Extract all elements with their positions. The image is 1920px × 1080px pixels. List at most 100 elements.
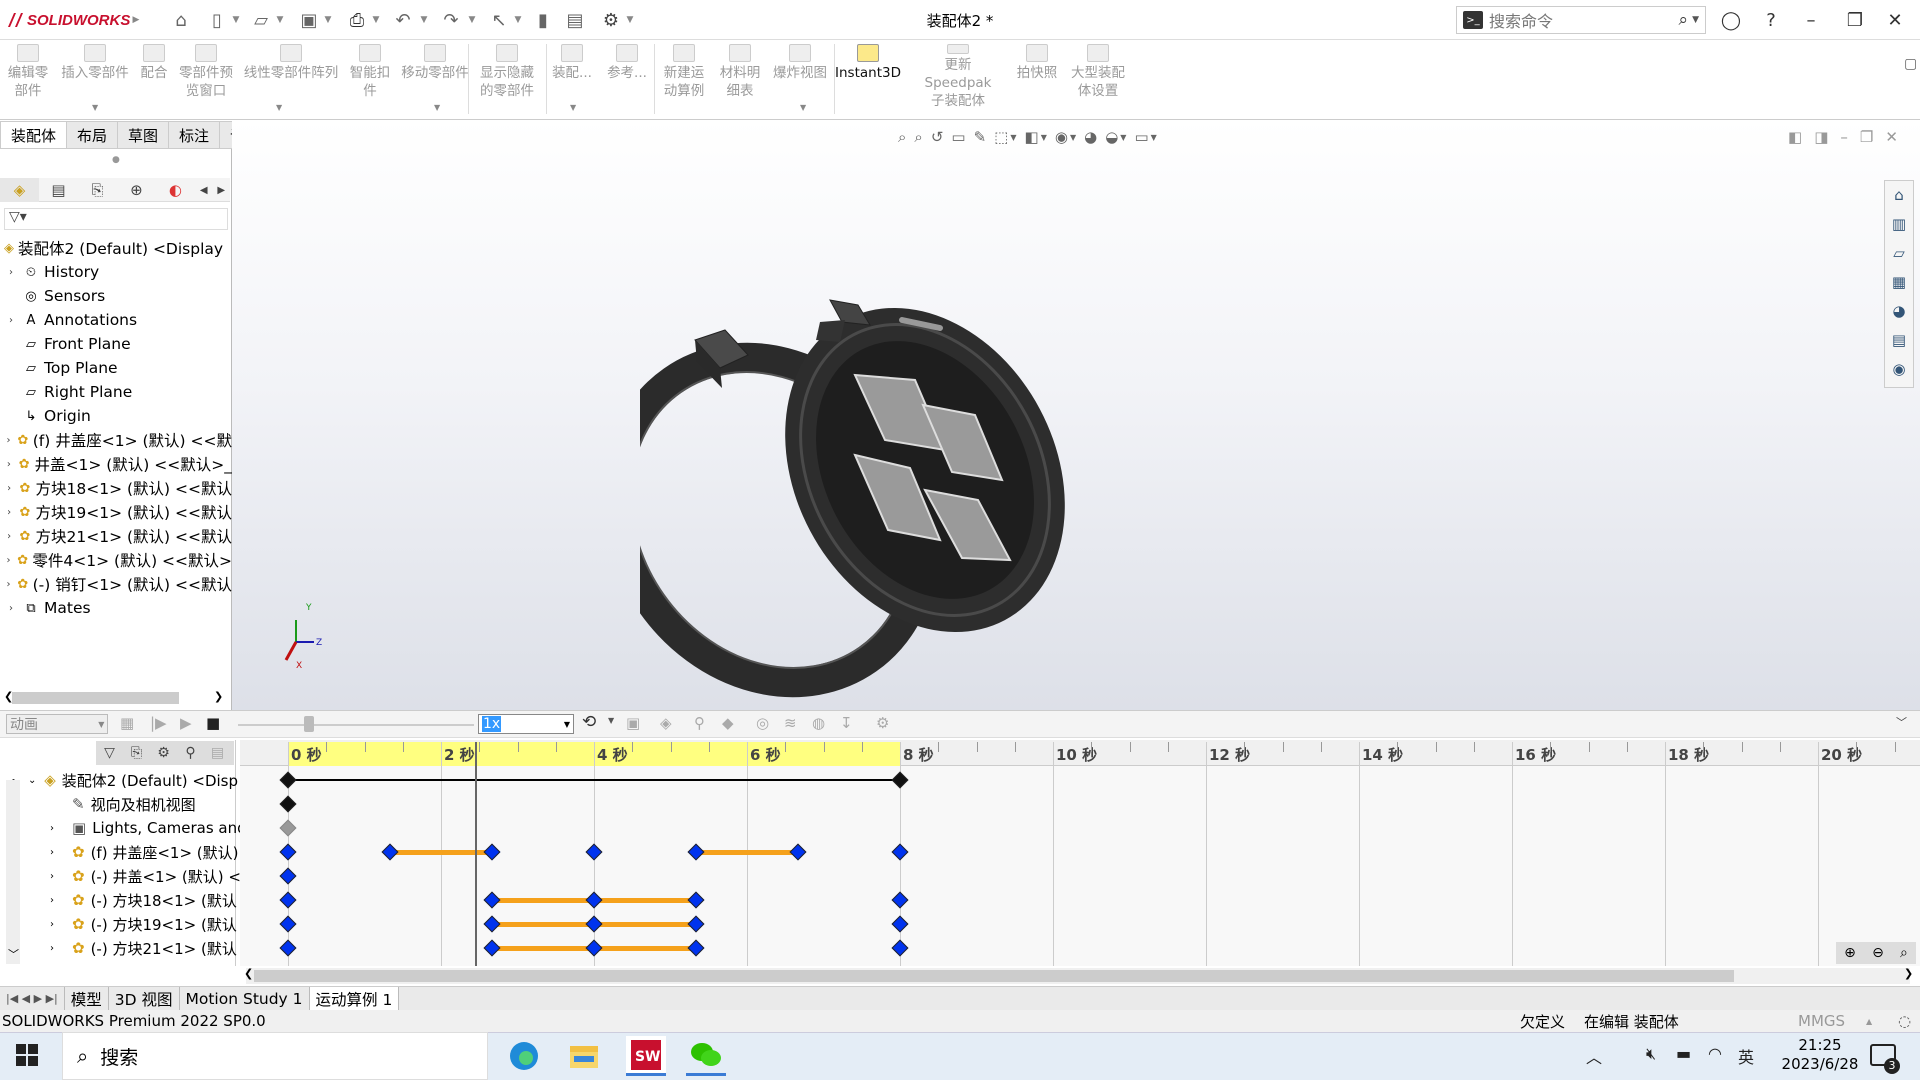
filter-animated-icon[interactable]: ▽ bbox=[96, 741, 123, 765]
motion-tree-expand-icon[interactable]: ⌄ bbox=[28, 775, 38, 786]
bottom-tab-2[interactable]: Motion Study 1 bbox=[180, 986, 310, 1011]
tree-item[interactable]: › ✿ 井盖<1> (默认) <<默认>_ bbox=[4, 452, 232, 476]
tree-item[interactable]: ▱ Right Plane bbox=[4, 380, 232, 404]
motor-icon[interactable]: ◎ bbox=[756, 714, 769, 732]
previous-view-icon[interactable]: ↺ bbox=[931, 128, 944, 146]
calculate-icon[interactable]: ▦ bbox=[120, 714, 134, 732]
spring-icon[interactable]: ≋ bbox=[784, 714, 797, 732]
ribbon-button-2[interactable]: 配合 bbox=[132, 44, 176, 110]
tree-expand-icon[interactable]: › bbox=[4, 531, 14, 542]
clock[interactable]: 21:25 2023/6/28 bbox=[1780, 1036, 1860, 1074]
motion-tree-expand-icon[interactable]: › bbox=[50, 943, 66, 954]
search-dropdown-icon[interactable]: ▼ bbox=[1692, 15, 1699, 25]
edge-icon[interactable] bbox=[504, 1036, 544, 1076]
tile-right-icon[interactable]: ◨ bbox=[1814, 128, 1828, 146]
splitter-handle[interactable]: ● bbox=[112, 155, 120, 165]
file-explorer-taskbar-icon[interactable] bbox=[564, 1036, 604, 1076]
options-gear-icon[interactable]: ⚙ bbox=[598, 8, 624, 32]
tree-item[interactable]: › ✿ 零件4<1> (默认) <<默认> bbox=[4, 548, 232, 572]
tree-item[interactable]: › ✿ 方块18<1> (默认) <<默认 bbox=[4, 476, 232, 500]
save-dropdown-icon[interactable]: ▼ bbox=[322, 8, 334, 32]
tree-expand-icon[interactable]: › bbox=[4, 267, 18, 278]
play-icon[interactable]: ▶ bbox=[180, 714, 192, 732]
timeline-area[interactable] bbox=[240, 766, 1920, 966]
motion-tree-scroll-down-icon[interactable]: ﹀ bbox=[8, 946, 19, 962]
home-icon[interactable]: ⌂ bbox=[168, 8, 194, 32]
ribbon-button-1[interactable]: 插入零部件 bbox=[60, 44, 130, 110]
save-animation-icon[interactable]: ▣ bbox=[626, 714, 640, 732]
timeline-change-bar[interactable] bbox=[695, 850, 799, 855]
ribbon-button-9[interactable]: 参考... bbox=[602, 44, 652, 110]
bottom-tab-0[interactable]: 模型 bbox=[65, 986, 109, 1011]
apply-scene-icon[interactable]: ◒ bbox=[1105, 128, 1118, 146]
tree-horizontal-scrollbar[interactable] bbox=[12, 692, 179, 704]
tree-item[interactable]: ▱ Front Plane bbox=[4, 332, 232, 356]
windows-start-icon[interactable] bbox=[16, 1044, 38, 1066]
autokey-icon[interactable]: ⚲ bbox=[694, 714, 705, 732]
redo-dropdown-icon[interactable]: ▼ bbox=[466, 8, 478, 32]
panel-tabs-right-icon[interactable]: ▶ bbox=[212, 178, 230, 202]
display-style-dropdown-icon[interactable]: ▼ bbox=[1041, 133, 1047, 142]
tree-item[interactable]: › ⏲ History bbox=[4, 260, 232, 284]
timeline-scroll-right-icon[interactable]: ❯ bbox=[1904, 967, 1913, 980]
filter-driving-icon[interactable]: ⎘ bbox=[123, 741, 150, 765]
ribbon-pin-icon[interactable]: ▢ bbox=[1904, 56, 1917, 72]
add-update-key-icon[interactable]: ◆ bbox=[722, 714, 734, 732]
tree-expand-icon[interactable]: › bbox=[4, 459, 14, 470]
viewport-restore-icon[interactable]: ❐ bbox=[1860, 128, 1873, 146]
gravity-icon[interactable]: ↧ bbox=[840, 714, 853, 732]
view-palette-icon[interactable]: ▦ bbox=[1885, 268, 1913, 297]
view-settings-dropdown-icon[interactable]: ▼ bbox=[1151, 133, 1157, 142]
edit-appearance-icon[interactable]: ◕ bbox=[1084, 128, 1097, 146]
ribbon-dropdown-icon[interactable]: ▼ bbox=[800, 103, 806, 112]
contact-icon[interactable]: ◍ bbox=[812, 714, 825, 732]
ribbon-button-14[interactable]: 更新 Speedpak 子装配体 bbox=[912, 44, 1004, 110]
volume-mute-icon[interactable]: 🔇︎ bbox=[1646, 1044, 1656, 1064]
playback-slider-thumb[interactable] bbox=[304, 716, 314, 732]
motion-tree-row[interactable]: › ✿ (-) 方块21<1> (默认 bbox=[50, 936, 260, 960]
select-icon[interactable]: ↖ bbox=[486, 8, 512, 32]
print-icon[interactable]: ⎙ bbox=[344, 8, 370, 32]
tab-3[interactable]: 标注 bbox=[169, 121, 221, 149]
bottom-tab-3[interactable]: 运动算例 1 bbox=[309, 986, 400, 1011]
view-settings-icon[interactable]: ▭ bbox=[1134, 128, 1148, 146]
tree-expand-icon[interactable]: › bbox=[4, 435, 13, 446]
viewport-minimize-icon[interactable]: – bbox=[1840, 128, 1848, 146]
dimxpert-manager-tab-icon[interactable]: ⊕ bbox=[117, 178, 156, 202]
minimize-icon[interactable]: – bbox=[1796, 6, 1826, 34]
motion-tree-row[interactable]: › ✿ (f) 井盖座<1> (默认) bbox=[50, 840, 260, 864]
solidworks-forum-icon[interactable]: ◉ bbox=[1885, 355, 1913, 384]
filter-results-icon[interactable]: ⚲ bbox=[177, 741, 204, 765]
zoom-fit-timeline-icon[interactable]: ⌕ bbox=[1900, 945, 1908, 961]
playback-mode-dropdown-icon[interactable]: ▼ bbox=[608, 716, 614, 725]
redo-icon[interactable]: ↷ bbox=[438, 8, 464, 32]
tree-expand-icon[interactable]: › bbox=[4, 579, 13, 590]
ribbon-button-5[interactable]: 智能扣 件 bbox=[346, 44, 394, 110]
tree-expand-icon[interactable]: › bbox=[4, 555, 13, 566]
panel-tabs-left-icon[interactable]: ◀ bbox=[195, 178, 213, 202]
view-orientation-dropdown-icon[interactable]: ▼ bbox=[1010, 133, 1016, 142]
animation-wizard-icon[interactable]: ◈ bbox=[660, 714, 672, 732]
motion-tree-row[interactable]: › ▣ Lights, Cameras and bbox=[50, 816, 260, 840]
file-explorer-icon[interactable]: ▱ bbox=[1885, 239, 1913, 268]
tree-root-assembly[interactable]: ◈ 装配体2 (Default) <Display St bbox=[0, 236, 228, 260]
solidworks-logo[interactable]: SOLIDWORKS bbox=[6, 8, 130, 32]
ribbon-button-8[interactable]: 装配... bbox=[548, 44, 596, 110]
tree-expand-icon[interactable]: › bbox=[4, 315, 18, 326]
tab-1[interactable]: 布局 bbox=[67, 121, 119, 149]
timeline-scroll-thumb[interactable] bbox=[254, 970, 1734, 982]
ribbon-button-11[interactable]: 材料明 细表 bbox=[714, 44, 766, 110]
bottom-tabs-nav-icon[interactable]: |◀ ◀ ▶ ▶| bbox=[0, 986, 65, 1011]
motion-tree-expand-icon[interactable]: › bbox=[50, 895, 66, 906]
design-library-icon[interactable]: ▥ bbox=[1885, 210, 1913, 239]
unit-system[interactable]: MMGS bbox=[1798, 1012, 1845, 1030]
ribbon-button-13[interactable]: Instant3D bbox=[830, 44, 906, 110]
ribbon-dropdown-icon[interactable]: ▼ bbox=[276, 103, 282, 112]
unit-system-dropdown-icon[interactable]: ▲ bbox=[1866, 1017, 1872, 1026]
solidworks-taskbar-icon[interactable]: SW bbox=[626, 1036, 666, 1076]
taskbar-search[interactable]: ⌕ 搜索 bbox=[62, 1032, 488, 1080]
tree-scroll-right-icon[interactable]: ❯ bbox=[214, 690, 223, 703]
tree-item[interactable]: › ✿ (f) 井盖座<1> (默认) <<默 bbox=[4, 428, 232, 452]
play-from-start-icon[interactable]: |▶ bbox=[150, 714, 167, 732]
tab-0[interactable]: 装配体 bbox=[0, 121, 68, 149]
